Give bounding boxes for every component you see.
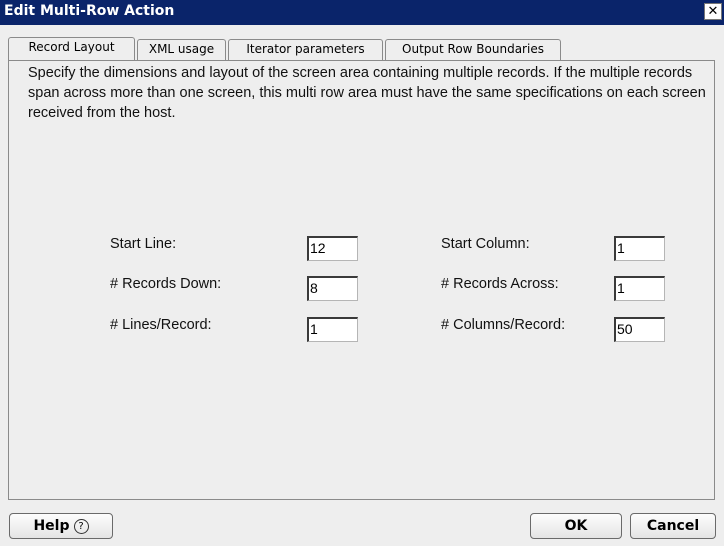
- lines-per-record-field[interactable]: 1: [307, 317, 358, 342]
- start-line-field[interactable]: 12: [307, 236, 358, 261]
- help-button[interactable]: Help?: [9, 513, 113, 539]
- description-text: Specify the dimensions and layout of the…: [28, 65, 706, 121]
- tab-output-row-boundaries[interactable]: Output Row Boundaries: [385, 39, 561, 60]
- help-icon: ?: [73, 519, 89, 534]
- columns-per-record-label: # Columns/Record:: [441, 317, 566, 333]
- start-column-field[interactable]: 1: [614, 236, 665, 261]
- tab-record-layout[interactable]: Record Layout: [8, 37, 135, 60]
- dialog-title: Edit Multi-Row Action: [4, 3, 175, 19]
- ok-button[interactable]: OK: [530, 513, 622, 539]
- tab-xml-usage[interactable]: XML usage: [137, 39, 226, 60]
- edit-multi-row-dialog: Edit Multi-Row Action ✕ Record Layout XM…: [0, 0, 724, 546]
- start-line-label: Start Line:: [110, 236, 177, 252]
- start-column-label: Start Column:: [441, 236, 530, 252]
- close-icon[interactable]: ✕: [704, 3, 722, 20]
- tab-iterator-parameters[interactable]: Iterator parameters: [228, 39, 383, 60]
- records-across-label: # Records Across:: [441, 276, 559, 292]
- title-bar[interactable]: Edit Multi-Row Action ✕: [0, 0, 724, 25]
- records-down-label: # Records Down:: [110, 276, 222, 292]
- help-button-label: Help: [33, 518, 70, 534]
- columns-per-record-field[interactable]: 50: [614, 317, 665, 342]
- lines-per-record-label: # Lines/Record:: [110, 317, 212, 333]
- records-across-field[interactable]: 1: [614, 276, 665, 301]
- records-down-field[interactable]: 8: [307, 276, 358, 301]
- cancel-button[interactable]: Cancel: [630, 513, 716, 539]
